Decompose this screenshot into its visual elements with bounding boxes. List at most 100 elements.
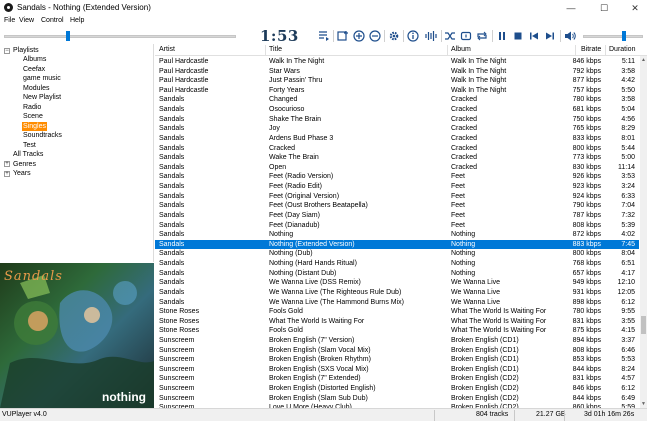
volume-slider[interactable] bbox=[583, 35, 643, 38]
column-header-artist[interactable]: Artist bbox=[159, 46, 175, 53]
previous-icon[interactable] bbox=[527, 29, 541, 43]
table-row[interactable]: Sandals Feet (Dianadub) Feet 808 kbps 5:39 bbox=[155, 221, 639, 231]
track-duration: 4:17 bbox=[621, 269, 635, 277]
table-row[interactable]: Paul Hardcastle Star Wars Walk In The Nigh… bbox=[155, 67, 639, 77]
volume-icon[interactable] bbox=[563, 29, 577, 43]
status-bar: VUPlayer v4.0 804 tracks 21.27 GB 3d 01h… bbox=[0, 408, 647, 421]
expand-icon[interactable]: + bbox=[4, 170, 10, 177]
table-row[interactable]: Sandals Feet (Radio Edit) Feet 923 kbps 3:24 bbox=[155, 182, 639, 192]
table-row[interactable]: Sunscreem Broken English (Broken Rhythm) B… bbox=[155, 355, 639, 365]
shuffle-icon[interactable] bbox=[443, 29, 457, 43]
playlist-menu-icon[interactable] bbox=[317, 29, 331, 43]
track-artist: Sandals bbox=[159, 115, 185, 123]
scroll-down-icon[interactable]: ▼ bbox=[641, 401, 646, 407]
table-row[interactable]: Sandals Osocurioso Cracked 681 kbps 5:04 bbox=[155, 105, 639, 115]
scrollbar-thumb[interactable] bbox=[641, 316, 646, 334]
table-row[interactable]: Paul Hardcastle Forty Years Walk In The Ni… bbox=[155, 86, 639, 96]
minimize-button[interactable]: — bbox=[556, 0, 586, 16]
tree-item-radio[interactable]: Radio bbox=[23, 103, 41, 112]
repeat-track-icon[interactable] bbox=[459, 29, 473, 43]
menu-help[interactable]: Help bbox=[70, 17, 84, 24]
column-divider[interactable] bbox=[447, 45, 448, 55]
table-row[interactable]: Sandals Wake The Brain Cracked 773 kbps 5:00 bbox=[155, 153, 639, 163]
track-title: Ardens Bud Phase 3 bbox=[269, 134, 334, 142]
tree-item-test[interactable]: Test bbox=[23, 141, 36, 150]
add-icon[interactable] bbox=[352, 29, 366, 43]
stop-icon[interactable] bbox=[511, 29, 525, 43]
table-row[interactable]: Sandals Nothing (Dub) Nothing 800 kbps 8:04 bbox=[155, 249, 639, 259]
close-button[interactable]: ✕ bbox=[620, 0, 647, 16]
table-row[interactable]: Sunscreem Broken English (Distorted Engli… bbox=[155, 384, 639, 394]
menu-file[interactable]: File bbox=[4, 17, 15, 24]
new-playlist-icon[interactable] bbox=[336, 29, 350, 43]
track-title: Broken English (Distorted English) bbox=[269, 385, 376, 393]
next-icon[interactable] bbox=[543, 29, 557, 43]
column-header-title[interactable]: Title bbox=[269, 46, 282, 53]
table-row[interactable]: Sandals Cracked Cracked 800 kbps 5:44 bbox=[155, 144, 639, 154]
table-row[interactable]: Sandals Nothing (Hard Hands Ritual) Nothin… bbox=[155, 259, 639, 269]
table-row[interactable]: Sandals Shake The Brain Cracked 750 kbps 4:5… bbox=[155, 115, 639, 125]
tree-playlists[interactable]: Playlists bbox=[13, 46, 39, 55]
expand-icon[interactable]: + bbox=[4, 161, 10, 167]
maximize-button[interactable]: ☐ bbox=[589, 0, 619, 16]
column-divider[interactable] bbox=[605, 45, 606, 55]
table-row[interactable]: Sandals We Wanna Live (DSS Remix) We Wanna… bbox=[155, 278, 639, 288]
tree-all-tracks[interactable]: All Tracks bbox=[13, 150, 43, 159]
table-row[interactable]: Sandals Ardens Bud Phase 3 Cracked 833 kbps… bbox=[155, 134, 639, 144]
table-row[interactable]: Paul Hardcastle Just Passin' Thru Walk In … bbox=[155, 76, 639, 86]
tree-item-game-music[interactable]: game music bbox=[23, 74, 61, 83]
pause-icon[interactable] bbox=[495, 29, 509, 43]
table-row[interactable]: Stone Roses Fools Gold What The World Is W… bbox=[155, 307, 639, 317]
collapse-icon[interactable]: − bbox=[4, 48, 10, 54]
table-row[interactable]: Sandals Nothing Nothing 872 kbps 4:02 bbox=[155, 230, 639, 240]
table-row[interactable]: Sunscreem Broken English (Slam Vocal Mix)… bbox=[155, 346, 639, 356]
table-row[interactable]: Paul Hardcastle Walk In The Night Walk In … bbox=[155, 57, 639, 67]
column-header-bitrate[interactable]: Bitrate bbox=[581, 46, 601, 53]
tree-years[interactable]: Years bbox=[13, 169, 31, 178]
table-row[interactable]: Sandals Joy Cracked 765 kbps 8:29 bbox=[155, 124, 639, 134]
table-row[interactable]: Sandals Feet (Oust Brothers Beatapella) Fe… bbox=[155, 201, 639, 211]
table-row[interactable]: Stone Roses Fools Gold What The World Is W… bbox=[155, 326, 639, 336]
table-row[interactable]: Sunscreem Broken English (7" Extended) Bro… bbox=[155, 374, 639, 384]
album-art-wordmark: Sandals bbox=[4, 269, 63, 284]
table-row[interactable]: Sandals Feet (Day Siam) Feet 787 kbps 7:32 bbox=[155, 211, 639, 221]
seek-bar[interactable] bbox=[4, 35, 236, 38]
table-row[interactable]: Stone Roses What The World Is Waiting For… bbox=[155, 317, 639, 327]
column-header-duration[interactable]: Duration bbox=[609, 46, 635, 53]
menu-control[interactable]: Control bbox=[41, 17, 64, 24]
track-duration: 7:32 bbox=[621, 211, 635, 219]
table-row[interactable]: Sandals Open Cracked 830 kbps 11:14 bbox=[155, 163, 639, 173]
menu-view[interactable]: View bbox=[19, 17, 34, 24]
tree-item-new-playlist[interactable]: New Playlist bbox=[23, 93, 61, 102]
column-divider[interactable] bbox=[575, 45, 576, 55]
tree-item-scene[interactable]: Scene bbox=[23, 112, 43, 121]
tree-item-ceefax[interactable]: Ceefax bbox=[23, 65, 45, 74]
table-row[interactable]: Sandals Nothing (Distant Dub) Nothing 657 k… bbox=[155, 269, 639, 279]
settings-icon[interactable] bbox=[387, 29, 401, 43]
tree-item-singles[interactable]: Singles bbox=[22, 121, 47, 131]
info-icon[interactable] bbox=[406, 29, 420, 43]
tree-genres[interactable]: Genres bbox=[13, 160, 36, 169]
tree-item-albums[interactable]: Albums bbox=[23, 55, 46, 64]
table-row[interactable]: Sandals We Wanna Live (The Righteous Rule… bbox=[155, 288, 639, 298]
table-row[interactable]: Sandals Changed Cracked 780 kbps 3:58 bbox=[155, 95, 639, 105]
volume-thumb[interactable] bbox=[621, 31, 626, 41]
scroll-up-icon[interactable]: ▲ bbox=[641, 57, 646, 63]
track-duration: 3:53 bbox=[621, 173, 635, 181]
visualizer-icon[interactable] bbox=[424, 29, 438, 43]
remove-icon[interactable] bbox=[368, 29, 382, 43]
repeat-playlist-icon[interactable] bbox=[475, 29, 489, 43]
table-row[interactable]: Sunscreem Broken English (7" Version) Brok… bbox=[155, 336, 639, 346]
column-divider[interactable] bbox=[265, 45, 266, 55]
vertical-scrollbar[interactable]: ▲ ▼ bbox=[640, 56, 647, 408]
seek-thumb[interactable] bbox=[65, 31, 70, 41]
table-row[interactable]: Sandals We Wanna Live (The Hammond Burns … bbox=[155, 298, 639, 308]
column-header-album[interactable]: Album bbox=[451, 46, 471, 53]
table-row[interactable]: Sunscreem Broken English (SXS Vocal Mix) B… bbox=[155, 365, 639, 375]
table-row[interactable]: Sandals Nothing (Extended Version) Nothing… bbox=[155, 239, 639, 250]
tree-item-soundtracks[interactable]: Soundtracks bbox=[23, 131, 62, 140]
table-row[interactable]: Sandals Feet (Original Version) Feet 924 kb… bbox=[155, 192, 639, 202]
tree-item-modules[interactable]: Modules bbox=[23, 84, 49, 93]
table-row[interactable]: Sandals Feet (Radio Version) Feet 926 kbps 3… bbox=[155, 172, 639, 182]
table-row[interactable]: Sunscreem Broken English (Slam Sub Dub) Br… bbox=[155, 394, 639, 404]
